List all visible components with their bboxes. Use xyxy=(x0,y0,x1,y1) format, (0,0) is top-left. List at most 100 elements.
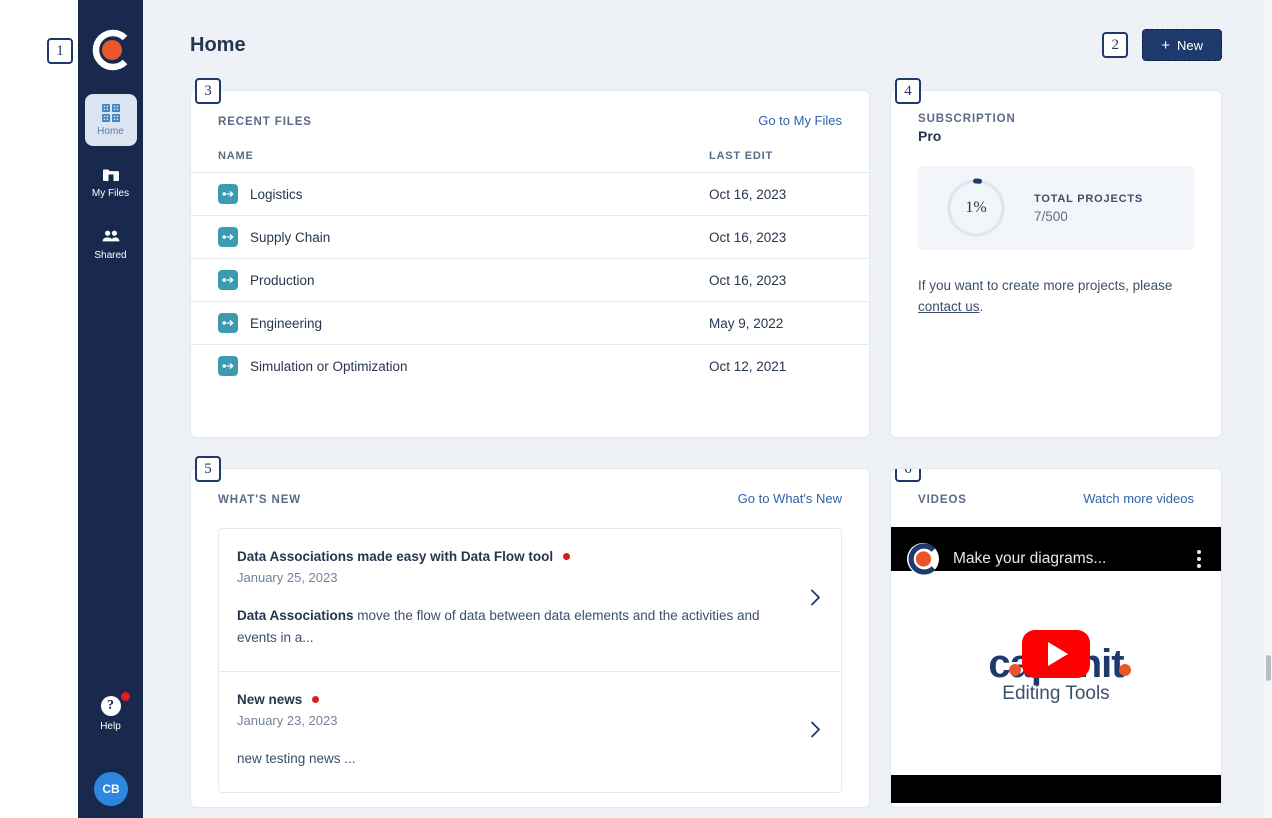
file-icon xyxy=(218,227,238,247)
channel-logo-icon xyxy=(905,541,941,577)
new-button-label: New xyxy=(1176,37,1203,53)
subscription-stats: 1% TOTAL PROJECTS 7/500 xyxy=(918,166,1194,250)
news-body: new testing news ... xyxy=(237,748,767,770)
column-header-name: NAME xyxy=(218,150,254,162)
progress-percent-label: 1% xyxy=(965,199,987,216)
sidebar-item-my-files-label: My Files xyxy=(91,188,130,199)
file-name: Engineering xyxy=(250,315,323,331)
table-row[interactable]: Logistics Oct 16, 2023 xyxy=(191,172,869,216)
unread-dot-icon xyxy=(312,695,320,703)
total-projects-label: TOTAL PROJECTS xyxy=(1034,192,1143,205)
subscription-note: If you want to create more projects, ple… xyxy=(918,276,1194,318)
help-icon: ? xyxy=(100,692,130,716)
video-player[interactable]: capunit Editing Tools xyxy=(891,527,1221,803)
file-last-edit: Oct 16, 2023 xyxy=(709,258,869,302)
videos-header: VIDEOS Watch more videos xyxy=(891,469,1221,506)
go-to-my-files-link[interactable]: Go to My Files xyxy=(758,113,842,128)
chevron-right-icon[interactable] xyxy=(810,721,821,743)
news-title: New news xyxy=(237,691,303,707)
whats-new-header: WHAT'S NEW Go to What's New xyxy=(191,469,869,506)
video-title: Make your diagrams... xyxy=(953,550,1107,567)
chevron-right-icon[interactable] xyxy=(810,589,821,611)
recent-files-card: 3 RECENT FILES Go to My Files NAME LAST … xyxy=(190,78,870,438)
news-title-row: Data Associations made easy with Data Fl… xyxy=(237,549,817,564)
news-title-row: New news xyxy=(237,692,817,707)
table-header-row: NAME LAST EDIT xyxy=(191,144,869,173)
news-date: January 25, 2023 xyxy=(237,570,338,585)
whats-new-list: Data Associations made easy with Data Fl… xyxy=(218,528,842,793)
file-last-edit: Oct 12, 2021 xyxy=(709,344,869,388)
file-name: Logistics xyxy=(250,186,303,202)
page-scrollbar[interactable] xyxy=(1264,0,1272,818)
table-row[interactable]: Production Oct 16, 2023 xyxy=(191,258,869,302)
more-options-icon[interactable] xyxy=(1197,550,1201,568)
logo-dot-icon xyxy=(1119,663,1132,676)
sidebar-item-home-label: Home xyxy=(97,126,124,137)
top-bar-actions: 2 + New xyxy=(1102,29,1222,61)
left-gutter: 1 xyxy=(0,0,78,818)
annotation-badge-2: 2 xyxy=(1102,32,1129,58)
recent-files-header: RECENT FILES Go to My Files xyxy=(191,91,869,128)
dashboard-grid: 3 RECENT FILES Go to My Files NAME LAST … xyxy=(143,78,1272,808)
file-last-edit: Oct 16, 2023 xyxy=(709,172,869,216)
help-button[interactable]: ? Help xyxy=(78,692,143,732)
watch-more-videos-link[interactable]: Watch more videos xyxy=(1083,491,1194,506)
page-title: Home xyxy=(190,33,246,56)
annotation-badge-4: 4 xyxy=(895,78,921,104)
play-icon xyxy=(1048,641,1068,666)
news-date: January 23, 2023 xyxy=(237,712,338,728)
recent-files-body: Logistics Oct 16, 2023 Supply Chain Oct … xyxy=(191,172,869,388)
news-body-bold: Data Associations xyxy=(237,608,354,623)
thumbnail-subtitle: Editing Tools xyxy=(1002,682,1110,704)
sidebar-item-shared[interactable]: Shared xyxy=(85,218,137,270)
sidebar-nav: Home My Files Shared xyxy=(78,94,143,280)
subscription-plan: Pro xyxy=(918,128,942,144)
annotation-badge-5: 5 xyxy=(195,456,221,482)
play-button[interactable] xyxy=(1022,629,1090,678)
file-icon xyxy=(218,184,238,204)
subscription-note-prefix: If you want to create more projects, ple… xyxy=(918,278,1173,293)
plus-icon: + xyxy=(1161,36,1170,54)
recent-files-table: NAME LAST EDIT Logistics Oct 16, 2023 Su… xyxy=(191,144,869,388)
videos-title: VIDEOS xyxy=(918,494,967,506)
subscription-title: SUBSCRIPTION xyxy=(918,113,1016,125)
sidebar-item-home[interactable]: Home xyxy=(84,94,137,146)
new-button[interactable]: + New xyxy=(1142,29,1222,61)
video-bottom-bar xyxy=(891,775,1221,803)
sidebar-item-my-files[interactable]: My Files xyxy=(85,156,137,208)
table-row[interactable]: Supply Chain Oct 16, 2023 xyxy=(191,215,869,259)
file-icon xyxy=(218,313,238,333)
top-bar: Home 2 + New xyxy=(143,0,1272,90)
contact-us-link[interactable]: contact us xyxy=(918,299,980,314)
whats-new-title: WHAT'S NEW xyxy=(218,494,302,506)
file-name: Supply Chain xyxy=(250,229,331,245)
file-icon xyxy=(218,356,238,377)
subscription-note-suffix: . xyxy=(979,298,984,314)
capunit-logo-icon xyxy=(87,26,135,74)
file-icon xyxy=(218,270,238,290)
annotation-badge-3: 3 xyxy=(195,78,221,104)
app-root: 1 Home My Files Shared ? Help CB Home 2 … xyxy=(0,0,1272,818)
news-title: Data Associations made easy with Data Fl… xyxy=(237,549,554,564)
notification-dot xyxy=(120,692,130,701)
annotation-badge-6: 6 xyxy=(895,469,921,482)
help-label: Help xyxy=(100,721,121,732)
sidebar: Home My Files Shared ? Help CB xyxy=(78,0,143,818)
progress-donut-icon: 1% xyxy=(944,176,1008,240)
main-content: Home 2 + New 3 RECENT FILES Go to My Fil… xyxy=(143,0,1272,818)
go-to-whats-new-link[interactable]: Go to What's New xyxy=(738,491,842,506)
list-item[interactable]: New news January 23, 2023 new testing ne… xyxy=(219,670,841,792)
table-row[interactable]: Simulation or Optimization Oct 12, 2021 xyxy=(191,344,869,388)
avatar[interactable]: CB xyxy=(94,772,128,806)
list-item[interactable]: Data Associations made easy with Data Fl… xyxy=(219,529,841,671)
total-projects-value: 7/500 xyxy=(1034,208,1068,224)
scrollbar-thumb[interactable] xyxy=(1266,655,1271,681)
videos-card: 6 VIDEOS Watch more videos capunit Editi… xyxy=(890,468,1222,808)
news-body-rest: new testing news ... xyxy=(237,750,356,766)
annotation-badge-1: 1 xyxy=(47,38,73,64)
file-name: Production xyxy=(250,272,315,288)
table-row[interactable]: Engineering May 9, 2022 xyxy=(191,301,869,345)
subscription-stat-block: TOTAL PROJECTS 7/500 xyxy=(1034,193,1143,224)
whats-new-card: 5 WHAT'S NEW Go to What's New Data Assoc… xyxy=(190,456,870,808)
help-glyph: ? xyxy=(107,698,114,713)
